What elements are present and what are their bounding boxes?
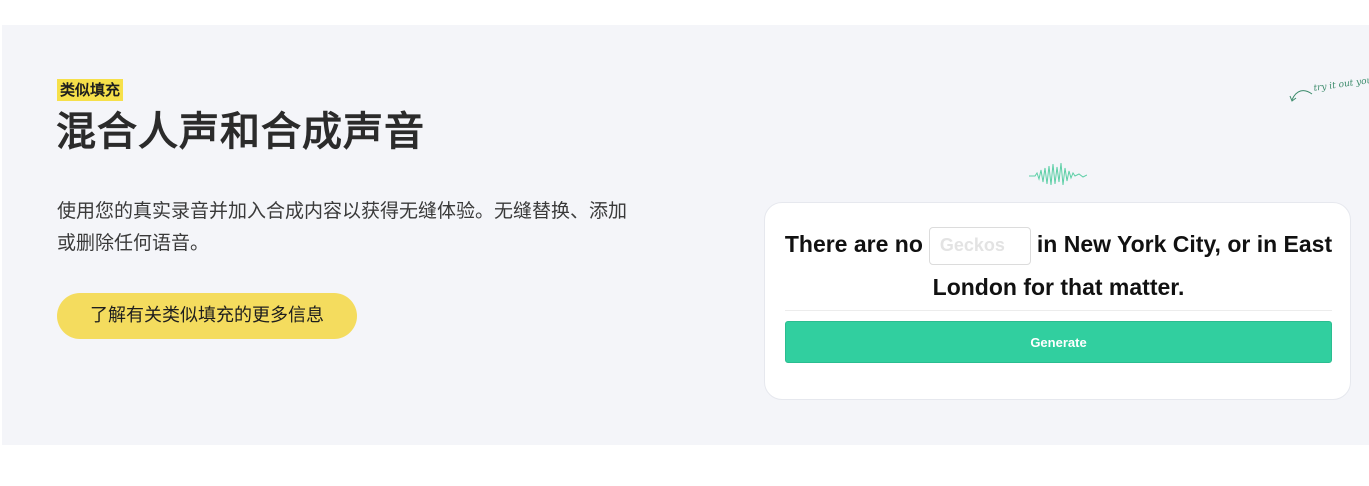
page-title: 混合人声和合成声音 [56,109,425,155]
card-divider [785,310,1332,311]
generate-button[interactable]: Generate [785,321,1332,363]
word-input[interactable] [928,226,1031,265]
demo-card: There are noin New York City, or in East… [764,202,1351,400]
feature-tag: 类似填充 [57,79,124,101]
sentence-before: There are no [784,231,923,257]
learn-more-button[interactable]: 了解有关类似填充的更多信息 [57,293,357,339]
hero-description: 使用您的真实录音并加入合成内容以获得无缝体验。无缝替换、添加或删除任何语音。 [57,200,628,254]
soundwave-icon [1029,162,1087,186]
demo-sentence: There are noin New York City, or in East… [765,223,1352,309]
